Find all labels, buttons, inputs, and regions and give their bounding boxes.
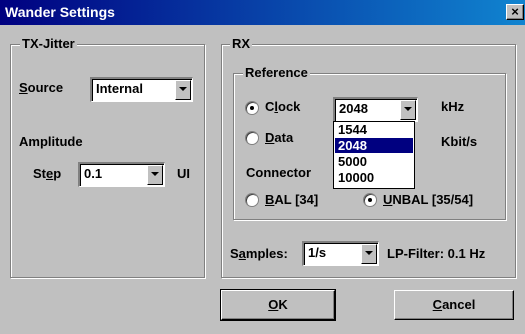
rx-group-label: RX xyxy=(230,36,253,51)
data-unit-label: Kbit/s xyxy=(441,134,478,149)
amplitude-label: Amplitude xyxy=(19,134,83,149)
tx-jitter-group-label: TX-Jitter xyxy=(20,36,77,51)
data-radio[interactable] xyxy=(245,131,259,145)
step-select[interactable]: 0.1 xyxy=(78,162,165,187)
data-label: Data xyxy=(265,130,294,145)
step-label: Step xyxy=(33,166,62,181)
clock-dropdown-list[interactable]: 1544 2048 5000 10000 xyxy=(333,121,415,189)
clock-option-10000[interactable]: 10000 xyxy=(335,170,413,185)
chevron-down-icon[interactable] xyxy=(147,165,163,185)
chevron-down-icon[interactable] xyxy=(400,100,416,120)
cancel-button[interactable]: Cancel xyxy=(394,290,514,320)
ok-button[interactable]: OK xyxy=(220,289,336,321)
bal-radio[interactable] xyxy=(245,193,259,207)
chevron-down-icon[interactable] xyxy=(175,80,191,100)
clock-option-1544[interactable]: 1544 xyxy=(335,122,413,137)
cancel-button-label: Cancel xyxy=(432,297,476,312)
step-select-value: 0.1 xyxy=(84,166,103,181)
clock-radio[interactable] xyxy=(245,101,259,115)
clock-option-5000[interactable]: 5000 xyxy=(335,154,413,169)
samples-select-value: 1/s xyxy=(308,245,327,260)
samples-select[interactable]: 1/s xyxy=(302,241,379,266)
ok-button-label: OK xyxy=(268,297,288,312)
step-unit-label: UI xyxy=(177,166,190,181)
close-icon: × xyxy=(511,4,519,19)
unbal-radio[interactable] xyxy=(363,193,377,207)
unbal-label: UNBAL [35/54] xyxy=(383,192,474,207)
source-select[interactable]: Internal xyxy=(90,77,193,102)
samples-label: Samples: xyxy=(230,246,288,261)
clock-unit-label: kHz xyxy=(441,99,465,114)
window-title: Wander Settings xyxy=(5,4,115,20)
reference-group-label: Reference xyxy=(243,65,310,80)
bal-label: BAL [34] xyxy=(265,192,319,207)
clock-option-2048[interactable]: 2048 xyxy=(335,138,413,153)
lp-filter-label: LP-Filter: 0.1 Hz xyxy=(387,246,486,261)
clock-select-value: 2048 xyxy=(339,101,368,116)
source-select-value: Internal xyxy=(96,81,143,96)
close-button[interactable]: × xyxy=(506,4,524,20)
connector-label: Connector xyxy=(246,165,311,180)
clock-label: Clock xyxy=(265,99,301,114)
source-label: Source xyxy=(19,80,64,95)
chevron-down-icon[interactable] xyxy=(361,244,377,264)
clock-select[interactable]: 2048 xyxy=(333,97,418,122)
